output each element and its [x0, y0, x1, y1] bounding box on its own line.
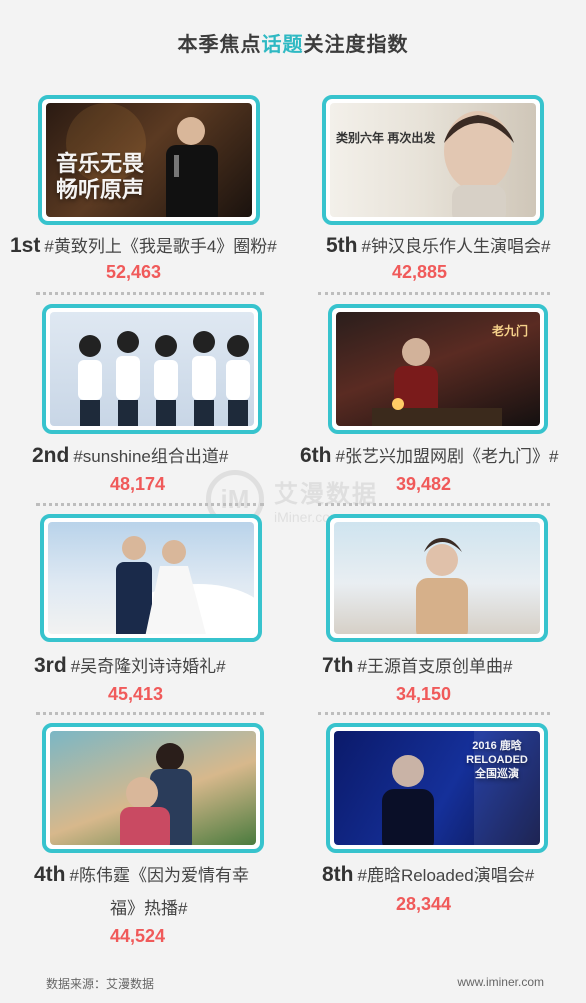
topic-1: #黄致列上《我是歌手4》圈粉# [44, 237, 277, 256]
photo-frame-4[interactable] [42, 723, 264, 853]
title-prefix: 本季焦点 [177, 34, 262, 56]
topic-photo-7 [334, 522, 540, 634]
topic-5: #钟汉良乐作人生演唱会# [361, 237, 551, 256]
photo-frame-1[interactable]: 音乐无畏 畅听原声 [38, 95, 260, 225]
title-highlight: 话题 [261, 34, 304, 56]
photo-frame-8[interactable]: 2016 鹿晗 RELOADED 全国巡演 [326, 723, 548, 853]
topic-photo-4 [50, 731, 256, 845]
rank-3: 3rd [34, 654, 67, 677]
divider [36, 292, 264, 295]
photo-frame-2[interactable] [42, 304, 262, 434]
photo-frame-5[interactable]: 类别六年 再次出发 [322, 95, 544, 225]
divider [318, 712, 550, 715]
value-4: 44,524 [110, 926, 166, 946]
wedding-couple-icon [116, 536, 254, 634]
topic-photo-2 [50, 312, 254, 426]
group-photo-icon [78, 331, 250, 426]
topic-photo-3 [48, 522, 254, 634]
value-1: 52,463 [106, 262, 162, 282]
value-3: 45,413 [108, 684, 164, 704]
topic-4: #陈伟霆《因为爱情有幸 [69, 866, 249, 885]
topic-label-7: 7th #王源首支原创单曲# [322, 652, 512, 678]
photo-5-overlay-text: 类别六年 再次出发 [336, 131, 436, 145]
topic-6: #张艺兴加盟网剧《老九门》# [335, 447, 559, 466]
rank-5: 5th [326, 234, 358, 257]
photo-frame-6[interactable]: 老九门 [328, 304, 548, 434]
site-link[interactable]: www.iminer.com [457, 975, 544, 989]
rank-2: 2nd [32, 444, 70, 467]
topic-label-1: 1st #黄致列上《我是歌手4》圈粉# [10, 232, 277, 258]
topic-2: #sunshine组合出道# [73, 447, 229, 466]
topic-7: #王源首支原创单曲# [357, 657, 513, 676]
photo-1-overlay-text: 音乐无畏 畅听原声 [56, 151, 145, 202]
topic-label-8: 8th #鹿晗Reloaded演唱会# [322, 861, 534, 887]
topic-label-2: 2nd #sunshine组合出道# [32, 442, 228, 468]
value-2: 48,174 [110, 474, 166, 494]
photo-6-overlay-text: 老九门 [491, 324, 528, 338]
rank-6: 6th [300, 444, 332, 467]
rank-4: 4th [34, 863, 66, 886]
divider [318, 503, 550, 506]
photo-8-overlay-text: 2016 鹿晗 RELOADED 全国巡演 [466, 740, 528, 780]
value-7: 34,150 [396, 684, 452, 704]
topic-label-4-line2: 福》热播# [110, 894, 187, 919]
title-suffix: 关注度指数 [303, 34, 409, 56]
topic-photo-1: 音乐无畏 畅听原声 [46, 103, 252, 217]
topic-label-3: 3rd #吴奇隆刘诗诗婚礼# [34, 652, 226, 678]
value-8: 28,344 [396, 894, 452, 914]
divider [36, 712, 264, 715]
watermark-logo-text: iM [220, 483, 250, 514]
topic-4-line2: 福》热播# [110, 899, 188, 918]
portrait-icon [444, 111, 514, 217]
photo-frame-3[interactable] [40, 514, 262, 642]
rank-7: 7th [322, 654, 354, 677]
couple-hug-icon [120, 743, 192, 845]
data-source-note: 数据来源：艾漫数据 [46, 977, 155, 991]
topic-photo-6: 老九门 [336, 312, 540, 426]
topic-8: #鹿晗Reloaded演唱会# [357, 866, 535, 885]
topic-label-6: 6th #张艺兴加盟网剧《老九门》# [300, 442, 558, 468]
snow-portrait-icon [416, 538, 468, 634]
topic-3: #吴奇隆刘诗诗婚礼# [70, 657, 226, 676]
topic-photo-5: 类别六年 再次出发 [330, 103, 536, 217]
rank-1: 1st [10, 234, 41, 257]
topic-photo-8: 2016 鹿晗 RELOADED 全国巡演 [334, 731, 540, 845]
rank-8: 8th [322, 863, 354, 886]
value-5: 42,885 [392, 262, 448, 282]
topic-label-5: 5th #钟汉良乐作人生演唱会# [326, 232, 550, 258]
topic-label-4: 4th #陈伟霆《因为爱情有幸 [34, 861, 249, 887]
divider [318, 292, 550, 295]
photo-frame-7[interactable] [326, 514, 548, 642]
value-6: 39,482 [396, 474, 452, 494]
divider [36, 503, 264, 506]
page-title: 本季焦点话题关注度指数 [0, 28, 586, 57]
